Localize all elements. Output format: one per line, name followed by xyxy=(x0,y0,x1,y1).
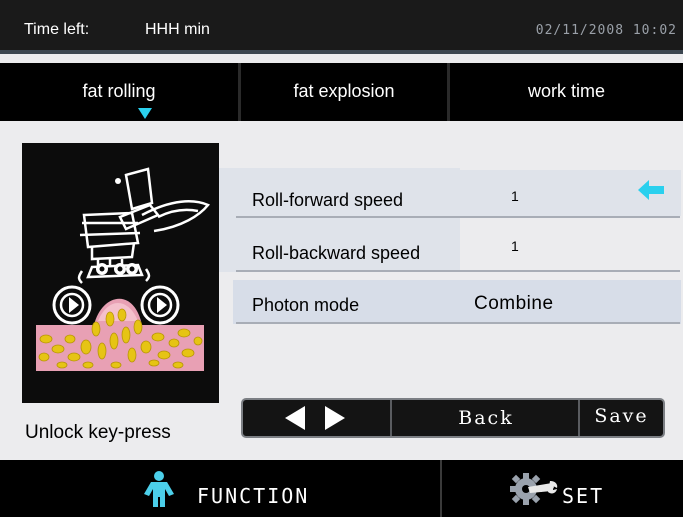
next-button[interactable] xyxy=(313,400,389,436)
cyan-arrow-left-icon[interactable] xyxy=(638,178,664,207)
active-tab-indicator-icon xyxy=(138,108,152,119)
time-left-value: HHH min xyxy=(145,21,210,38)
roller-left-icon xyxy=(52,285,92,325)
clock: 02/11/2008 10:02 xyxy=(535,23,677,38)
set-label: SET xyxy=(562,484,605,508)
photon-mode-label: Photon mode xyxy=(252,295,360,315)
triangle-left-icon xyxy=(285,406,305,430)
row-divider xyxy=(236,322,680,324)
back-button[interactable]: Back xyxy=(393,400,579,436)
roller-device-icon xyxy=(36,167,211,371)
person-icon xyxy=(144,471,174,507)
screen: Time left: HHH min 02/11/2008 10:02 fat … xyxy=(0,0,683,517)
row-divider xyxy=(236,270,680,272)
roller-right-icon xyxy=(140,285,180,325)
bottom-bar: FUNCTION SET xyxy=(0,460,683,517)
row-divider xyxy=(236,216,680,218)
tab-fat-rolling[interactable]: fat rolling xyxy=(0,63,238,121)
roll-forward-speed-label: Roll-forward speed xyxy=(252,190,404,210)
tab-bar: fat rolling fat explosion work time xyxy=(0,63,683,121)
time-left-label: Time left: xyxy=(24,21,90,38)
control-divider xyxy=(390,400,392,436)
function-label: FUNCTION xyxy=(197,484,310,508)
roll-backward-speed-label: Roll-backward speed xyxy=(252,243,421,263)
gear-wrench-icon xyxy=(510,473,558,505)
function-button[interactable]: FUNCTION xyxy=(0,460,440,517)
tab-work-time[interactable]: work time xyxy=(450,63,683,121)
unlock-key-press-label[interactable]: Unlock key-press xyxy=(25,422,171,444)
status-bar: Time left: HHH min 02/11/2008 10:02 xyxy=(0,0,683,54)
control-bar: Back Save xyxy=(241,398,665,438)
device-illustration xyxy=(22,143,219,403)
tab-fat-explosion[interactable]: fat explosion xyxy=(241,63,447,121)
roll-forward-speed-value[interactable]: 1 xyxy=(511,188,519,204)
triangle-right-icon xyxy=(325,406,345,430)
set-button[interactable]: SET xyxy=(442,460,683,517)
photon-mode-value[interactable]: Combine xyxy=(474,293,554,315)
roll-backward-speed-value[interactable]: 1 xyxy=(511,238,519,254)
previous-button[interactable] xyxy=(253,400,313,436)
save-button[interactable]: Save xyxy=(580,400,663,436)
